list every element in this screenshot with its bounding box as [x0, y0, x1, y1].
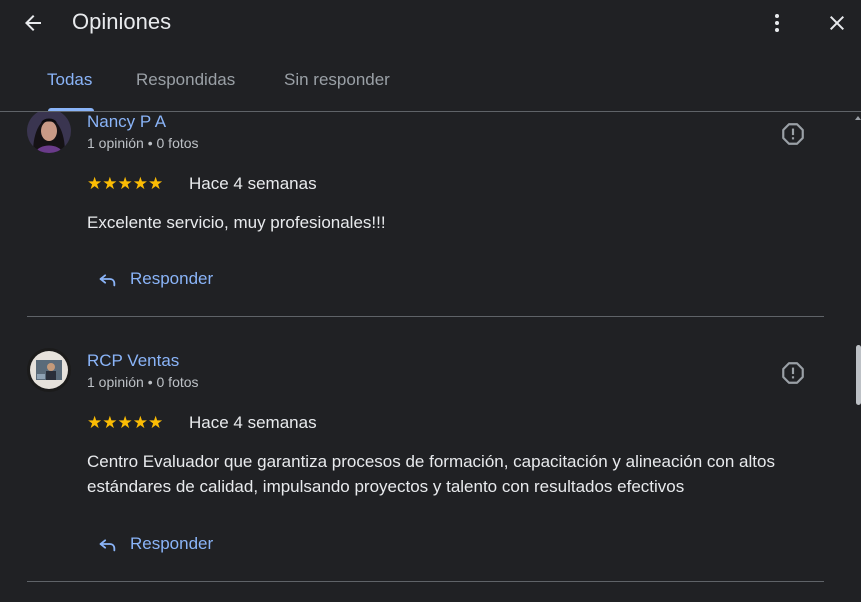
- tab-sin-responder[interactable]: Sin responder: [284, 70, 390, 90]
- more-options-button[interactable]: [764, 8, 790, 38]
- scrollbar-thumb[interactable]: [856, 345, 861, 405]
- tab-respondidas[interactable]: Respondidas: [136, 70, 235, 90]
- report-review-button[interactable]: [780, 360, 806, 386]
- reviewer-meta: 1 opinión • 0 fotos: [87, 135, 199, 151]
- review-text: Centro Evaluador que garantiza procesos …: [87, 452, 775, 496]
- close-icon: [830, 16, 844, 30]
- review-text: Excelente servicio, muy profesionales!!!: [87, 213, 386, 232]
- back-button[interactable]: [18, 8, 48, 38]
- report-review-button[interactable]: [780, 121, 806, 147]
- review-time: Hace 4 semanas: [189, 174, 317, 193]
- active-tab-indicator: [48, 108, 94, 111]
- more-vert-icon: [775, 14, 779, 32]
- reply-label: Responder: [130, 534, 214, 553]
- reply-button[interactable]: Responder: [96, 264, 213, 294]
- reviews-list[interactable]: Nancy P A 1 opinión • 0 fotos ★★★★★ Hace…: [0, 112, 861, 602]
- arrow-left-icon: [25, 15, 41, 31]
- reviewer-name[interactable]: RCP Ventas: [87, 351, 179, 371]
- scroll-up-arrow-icon[interactable]: [855, 116, 861, 120]
- avatar[interactable]: [27, 348, 71, 392]
- review-time: Hace 4 semanas: [189, 413, 317, 432]
- reply-icon: [99, 539, 116, 552]
- close-button[interactable]: [822, 8, 852, 38]
- reply-icon: [99, 274, 116, 287]
- alert-circle-icon: [782, 123, 804, 145]
- reviewer-meta: 1 opinión • 0 fotos: [87, 374, 199, 390]
- page-title: Opiniones: [72, 9, 172, 34]
- avatar[interactable]: [27, 112, 71, 153]
- reviewer-name[interactable]: Nancy P A: [87, 112, 166, 132]
- star-rating: ★★★★★: [87, 174, 164, 193]
- star-rating: ★★★★★: [87, 413, 164, 432]
- divider: [27, 316, 824, 317]
- alert-circle-icon: [782, 362, 804, 384]
- app-header: Opiniones Todas Respondidas Sin responde…: [0, 0, 861, 112]
- tab-todas[interactable]: Todas: [47, 70, 92, 90]
- reply-label: Responder: [130, 269, 214, 288]
- divider: [27, 581, 824, 582]
- reply-button[interactable]: Responder: [96, 529, 213, 559]
